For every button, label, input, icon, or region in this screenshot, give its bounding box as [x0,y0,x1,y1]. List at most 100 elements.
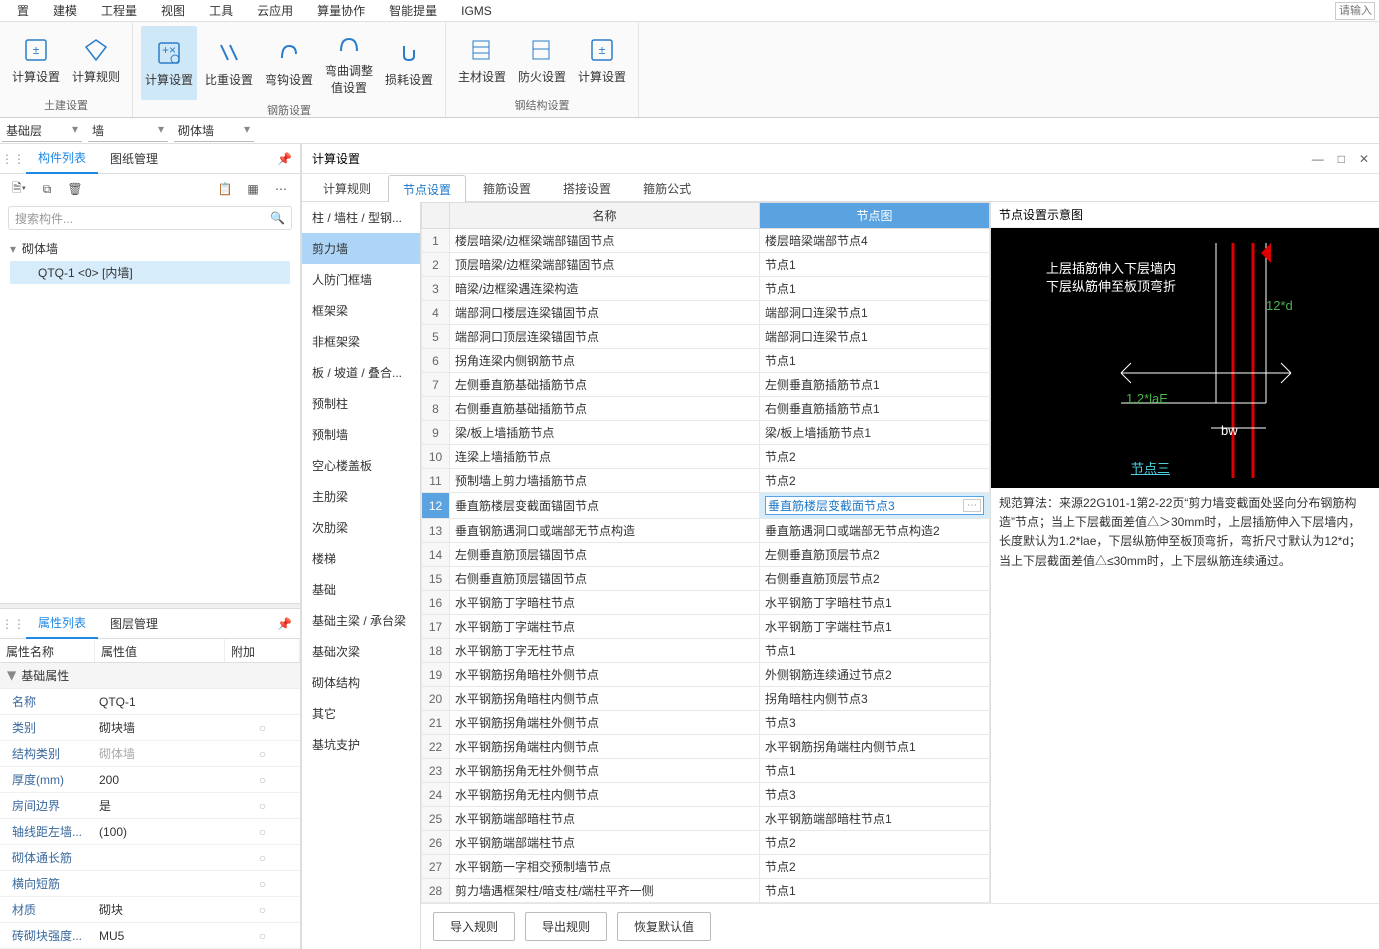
row-node[interactable]: 右侧垂直筋顶层节点2 [760,567,990,591]
tab-components[interactable]: 构件列表 [26,144,98,174]
row-node[interactable]: 水平钢筋端部暗柱节点1 [760,807,990,831]
row-node[interactable]: 节点2 [760,831,990,855]
category-item[interactable]: 预制墙 [302,419,420,450]
prop-value[interactable]: 200 [95,773,225,787]
table-row[interactable]: 24水平钢筋拐角无柱内侧节点节点3 [422,783,990,807]
property-row[interactable]: 横向短筋○ [0,871,300,897]
hook-button[interactable]: 弯钩设置 [261,26,317,100]
category-item[interactable]: 非框架梁 [302,326,420,357]
category-item[interactable]: 基础主梁 / 承台梁 [302,605,420,636]
row-node[interactable]: 节点1 [760,253,990,277]
sub-combo[interactable]: 砌体墙 [174,120,254,142]
calc-rules-button[interactable]: 计算规则 [68,26,124,95]
property-row[interactable]: 类别砌块墙○ [0,715,300,741]
table-row[interactable]: 9梁/板上墙插筋节点梁/板上墙插筋节点1 [422,421,990,445]
table-row[interactable]: 14左侧垂直筋顶层锚固节点左侧垂直筋顶层节点2 [422,543,990,567]
close-icon[interactable]: ✕ [1359,152,1369,166]
row-node[interactable]: 垂直筋遇洞口或端部无节点构造2 [760,519,990,543]
prop-extra[interactable]: ○ [225,825,300,839]
table-row[interactable]: 21水平钢筋拐角端柱外侧节点节点3 [422,711,990,735]
tree-node[interactable]: ▾砌体墙 [10,238,290,259]
category-item[interactable]: 柱 / 墙柱 / 型钢... [302,202,420,233]
category-item[interactable]: 板 / 坡道 / 叠合... [302,357,420,388]
table-row[interactable]: 26水平钢筋端部端柱节点节点2 [422,831,990,855]
floor-combo[interactable]: 基础层 [2,120,82,142]
node-input[interactable] [768,499,963,513]
row-node[interactable]: 节点1 [760,879,990,903]
prop-extra[interactable]: ○ [225,903,300,917]
category-combo[interactable]: 墙 [88,120,168,142]
row-node[interactable]: 节点2 [760,855,990,879]
copy-icon[interactable]: ⧉ [38,180,56,198]
prop-extra[interactable]: ○ [225,799,300,813]
row-node[interactable]: 节点1 [760,759,990,783]
prop-extra[interactable]: ○ [225,721,300,735]
maximize-icon[interactable]: □ [1338,152,1345,166]
prop-value[interactable]: 砌块墙 [95,719,225,736]
table-row[interactable]: 7左侧垂直筋基础插筋节点左侧垂直筋插筋节点1 [422,373,990,397]
prop-extra[interactable]: ○ [225,851,300,865]
table-row[interactable]: 15右侧垂直筋顶层锚固节点右侧垂直筋顶层节点2 [422,567,990,591]
table-row[interactable]: 3暗梁/边框梁遇连梁构造节点1 [422,277,990,301]
property-row[interactable]: 厚度(mm)200○ [0,767,300,793]
more-icon[interactable]: ⋯ [272,180,290,198]
row-node[interactable]: 节点2 [760,469,990,493]
col-node[interactable]: 节点图 [760,203,990,229]
category-item[interactable]: 空心楼盖板 [302,450,420,481]
minimize-icon[interactable]: — [1312,152,1324,166]
menu-item[interactable]: 建模 [41,2,89,19]
row-node[interactable]: 节点3 [760,783,990,807]
prop-value[interactable]: 砌体墙 [95,745,225,762]
row-node[interactable]: 端部洞口连梁节点1 [760,301,990,325]
category-item[interactable]: 基坑支护 [302,729,420,760]
table-row[interactable]: 13垂直钢筋遇洞口或端部无节点构造垂直筋遇洞口或端部无节点构造2 [422,519,990,543]
table-row[interactable]: 22水平钢筋拐角端柱内侧节点水平钢筋拐角端柱内侧节点1 [422,735,990,759]
prop-extra[interactable]: ○ [225,747,300,761]
bend-adjust-button[interactable]: 弯曲调整值设置 [321,26,377,100]
row-node[interactable]: 端部洞口连梁节点1 [760,325,990,349]
delete-icon[interactable]: 🗑 [66,180,84,198]
dialog-tab[interactable]: 计算规则 [308,174,386,201]
export-button[interactable]: 导出规则 [525,912,607,941]
prop-value[interactable]: QTQ-1 [95,695,225,709]
menu-item[interactable]: 算量协作 [305,2,377,19]
dialog-tab[interactable]: 箍筋公式 [628,174,706,201]
category-item[interactable]: 楼梯 [302,543,420,574]
property-row[interactable]: 材质砌块○ [0,897,300,923]
pin-icon[interactable]: 📌 [269,152,300,166]
category-item[interactable]: 基础次梁 [302,636,420,667]
diagram-link[interactable]: 节点三 [1131,458,1170,477]
row-node[interactable]: 水平钢筋丁字暗柱节点1 [760,591,990,615]
pin-icon[interactable]: 📌 [269,617,300,631]
category-item[interactable]: 框架梁 [302,295,420,326]
tab-drawings[interactable]: 图纸管理 [98,144,170,173]
category-item[interactable]: 人防门框墙 [302,264,420,295]
table-row[interactable]: 16水平钢筋丁字暗柱节点水平钢筋丁字暗柱节点1 [422,591,990,615]
table-row[interactable]: 1楼层暗梁/边框梁端部锚固节点楼层暗梁端部节点4 [422,229,990,253]
table-row[interactable]: 2顶层暗梁/边框梁端部锚固节点节点1 [422,253,990,277]
panel-handle-icon[interactable]: ⋮⋮ [0,152,26,166]
row-node[interactable]: 左侧垂直筋顶层节点2 [760,543,990,567]
steel-calc-button[interactable]: ± 计算设置 [574,26,630,95]
table-row[interactable]: 18水平钢筋丁字无柱节点节点1 [422,639,990,663]
weight-button[interactable]: 比重设置 [201,26,257,100]
panel-handle-icon[interactable]: ⋮⋮ [0,617,26,631]
table-row[interactable]: 19水平钢筋拐角暗柱外侧节点外侧钢筋连续通过节点2 [422,663,990,687]
tab-properties[interactable]: 属性列表 [26,608,98,639]
category-item[interactable]: 砌体结构 [302,667,420,698]
tree-leaf-selected[interactable]: QTQ-1 <0> [内墙] [10,261,290,284]
row-node[interactable]: 节点3 [760,711,990,735]
prop-section[interactable]: ▶基础属性 [0,663,300,689]
loss-button[interactable]: 损耗设置 [381,26,437,100]
row-node[interactable]: 拐角暗柱内侧节点3 [760,687,990,711]
category-item[interactable]: 其它 [302,698,420,729]
tab-layers[interactable]: 图层管理 [98,609,170,638]
menu-item[interactable]: 智能提量 [377,2,449,19]
row-node[interactable]: 节点1 [760,639,990,663]
rebar-calc-button[interactable]: +× 计算设置 [141,26,197,100]
menu-item[interactable]: 视图 [149,2,197,19]
property-row[interactable]: 名称QTQ-1 [0,689,300,715]
prop-value[interactable]: MU5 [95,929,225,943]
menu-item[interactable]: 工具 [197,2,245,19]
new-icon[interactable]: 🗎▾ [10,180,28,198]
